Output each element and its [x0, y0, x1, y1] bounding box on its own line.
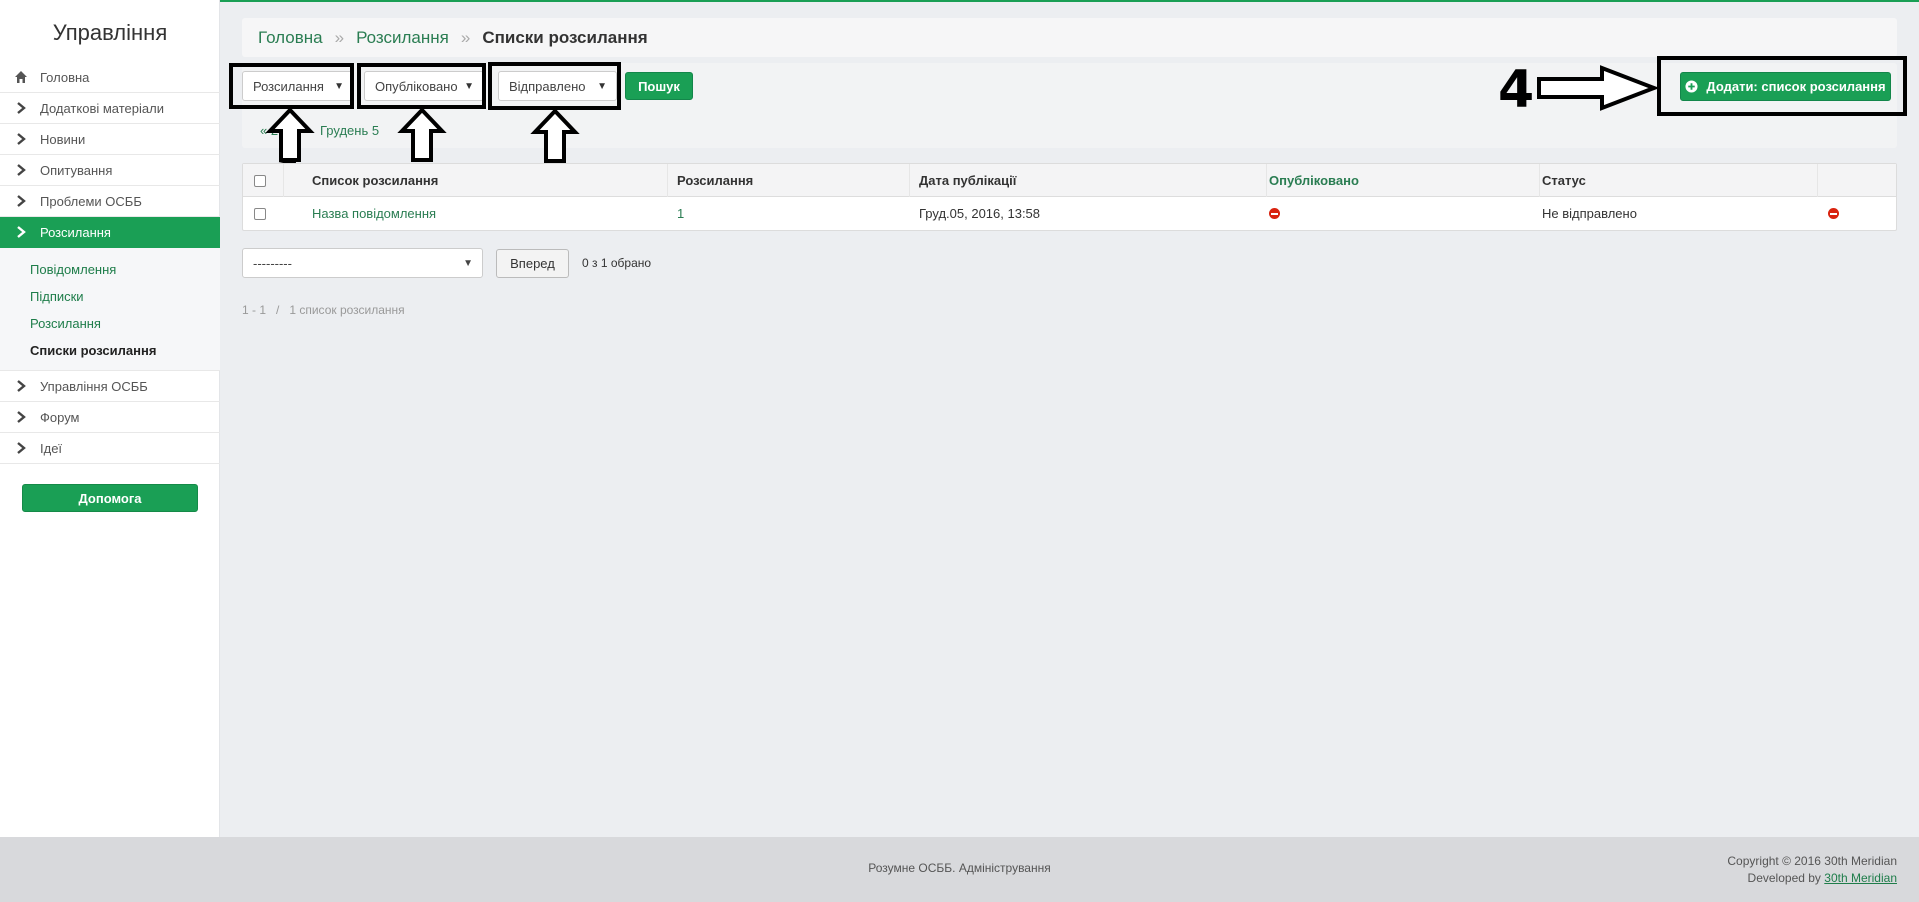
column-divider [909, 164, 910, 197]
sidebar-item-label: Проблеми ОСББ [40, 193, 142, 209]
chevron-right-icon [17, 164, 26, 176]
annotation-frame-4 [1657, 56, 1907, 116]
breadcrumb-section[interactable]: Розсилання [356, 28, 449, 48]
sidebar-item-home[interactable]: Головна [0, 62, 220, 93]
home-icon [15, 71, 27, 83]
bulk-action-select[interactable]: --------- ▼ [242, 248, 483, 278]
submenu-item-subscriptions[interactable]: Підписки [0, 283, 220, 310]
row-status: Не відправлено [1542, 206, 1637, 221]
date-nav-current[interactable]: Грудень 5 [320, 123, 379, 138]
submenu-item-messages[interactable]: Повідомлення [0, 256, 220, 283]
chevron-right-icon [17, 195, 26, 207]
breadcrumb: Головна » Розсилання » Списки розсилання [242, 18, 1897, 57]
row-list-name-link[interactable]: Назва повідомлення [312, 197, 436, 230]
arrow-up-icon [530, 108, 580, 163]
row-mailings-count-link[interactable]: 1 [677, 197, 684, 230]
footer-developed-label: Developed by [1747, 871, 1821, 885]
sidebar-item-materials[interactable]: Додаткові матеріали [0, 93, 220, 124]
select-all-checkbox[interactable] [254, 174, 266, 187]
sidebar-item-osbb-management[interactable]: Управління ОСББ [0, 371, 220, 402]
row-delete-cell [1828, 197, 1839, 230]
delete-icon[interactable] [1828, 208, 1839, 219]
mailing-lists-table: Список розсилання Розсилання Дата публік… [242, 163, 1897, 231]
sidebar-item-news[interactable]: Новини [0, 124, 220, 155]
sidebar-item-mailing[interactable]: Розсилання [0, 217, 220, 248]
sidebar-item-forum[interactable]: Форум [0, 402, 220, 433]
column-divider [1266, 164, 1267, 197]
sidebar-item-label: Управління ОСББ [40, 378, 148, 394]
column-header-status[interactable]: Статус [1542, 164, 1586, 197]
annotation-number-4: 4 [1498, 60, 1535, 120]
sidebar-item-label: Ідеї [40, 440, 63, 456]
footer: Розумне ОСББ. Адміністрування Copyright … [0, 837, 1919, 902]
sidebar: Управління Головна Додаткові матеріали Н… [0, 0, 220, 837]
sidebar-item-label: Додаткові матеріали [40, 100, 164, 116]
sidebar-item-label: Головна [40, 69, 90, 85]
footer-credits: Copyright © 2016 30th Meridian Developed… [1727, 853, 1897, 887]
footer-developer-link[interactable]: 30th Meridian [1824, 871, 1897, 885]
column-header-mailings[interactable]: Розсилання [677, 164, 753, 197]
annotation-frame-3 [488, 62, 621, 110]
table-row: Назва повідомлення 1 Груд.05, 2016, 13:5… [243, 197, 1896, 230]
go-button[interactable]: Вперед [496, 249, 569, 278]
select-all-cell [254, 164, 266, 197]
breadcrumb-separator: » [334, 27, 345, 47]
chevron-right-icon [17, 442, 26, 454]
sidebar-item-label: Розсилання [40, 224, 111, 240]
footer-site-name: Розумне ОСББ. Адміністрування [868, 861, 1051, 875]
sidebar-item-polls[interactable]: Опитування [0, 155, 220, 186]
sidebar-title: Управління [52, 20, 168, 45]
caret-down-icon: ▼ [463, 258, 473, 269]
column-header-date[interactable]: Дата публікації [919, 164, 1016, 197]
sidebar-submenu: Повідомлення Підписки Розсилання Списки … [0, 248, 220, 371]
selected-count: 0 з 1 обрано [582, 256, 652, 270]
breadcrumb-separator: » [460, 27, 471, 47]
not-published-icon [1269, 208, 1280, 219]
annotation-frame-1 [229, 63, 354, 109]
pagination-info: 1 - 1 / 1 список розсилання [242, 303, 405, 317]
bulk-action-value: --------- [253, 255, 292, 271]
submenu-item-mailings[interactable]: Розсилання [0, 310, 220, 337]
row-publish-date: Груд.05, 2016, 13:58 [919, 206, 1041, 221]
row-published-status [1269, 197, 1280, 230]
arrow-up-icon [397, 107, 447, 162]
row-select-cell [254, 197, 266, 230]
footer-developed: Developed by 30th Meridian [1727, 870, 1897, 887]
sidebar-item-label: Форум [40, 409, 80, 425]
chevron-right-icon [17, 380, 26, 392]
submenu-item-mailing-lists[interactable]: Списки розсилання [0, 337, 220, 364]
sidebar-item-label: Новини [40, 131, 86, 147]
chevron-right-icon [17, 102, 26, 114]
top-accent-line [0, 0, 1919, 2]
annotation-frame-2 [357, 63, 486, 109]
column-header-published[interactable]: Опубліковано [1269, 164, 1359, 197]
chevron-right-icon [17, 411, 26, 423]
table-header-row: Список розсилання Розсилання Дата публік… [243, 164, 1896, 197]
chevron-right-icon [17, 133, 26, 145]
chevron-right-icon [17, 226, 26, 238]
column-divider [1817, 164, 1818, 197]
column-header-list[interactable]: Список розсилання [312, 164, 438, 197]
row-checkbox[interactable] [254, 207, 266, 220]
column-divider [1539, 164, 1540, 197]
search-button[interactable]: Пошук [625, 72, 693, 100]
help-button[interactable]: Допомога [22, 484, 198, 512]
sidebar-item-problems[interactable]: Проблеми ОСББ [0, 186, 220, 217]
arrow-right-icon [1537, 65, 1658, 111]
sidebar-item-ideas[interactable]: Ідеї [0, 433, 220, 464]
breadcrumb-current: Списки розсилання [482, 27, 648, 47]
footer-copyright: Copyright © 2016 30th Meridian [1727, 854, 1897, 868]
sidebar-menu: Головна Додаткові матеріали Новини Опиту… [0, 62, 220, 464]
column-divider [283, 164, 284, 197]
breadcrumb-home[interactable]: Головна [258, 28, 323, 48]
sidebar-item-label: Опитування [40, 162, 113, 178]
column-divider [667, 164, 668, 197]
